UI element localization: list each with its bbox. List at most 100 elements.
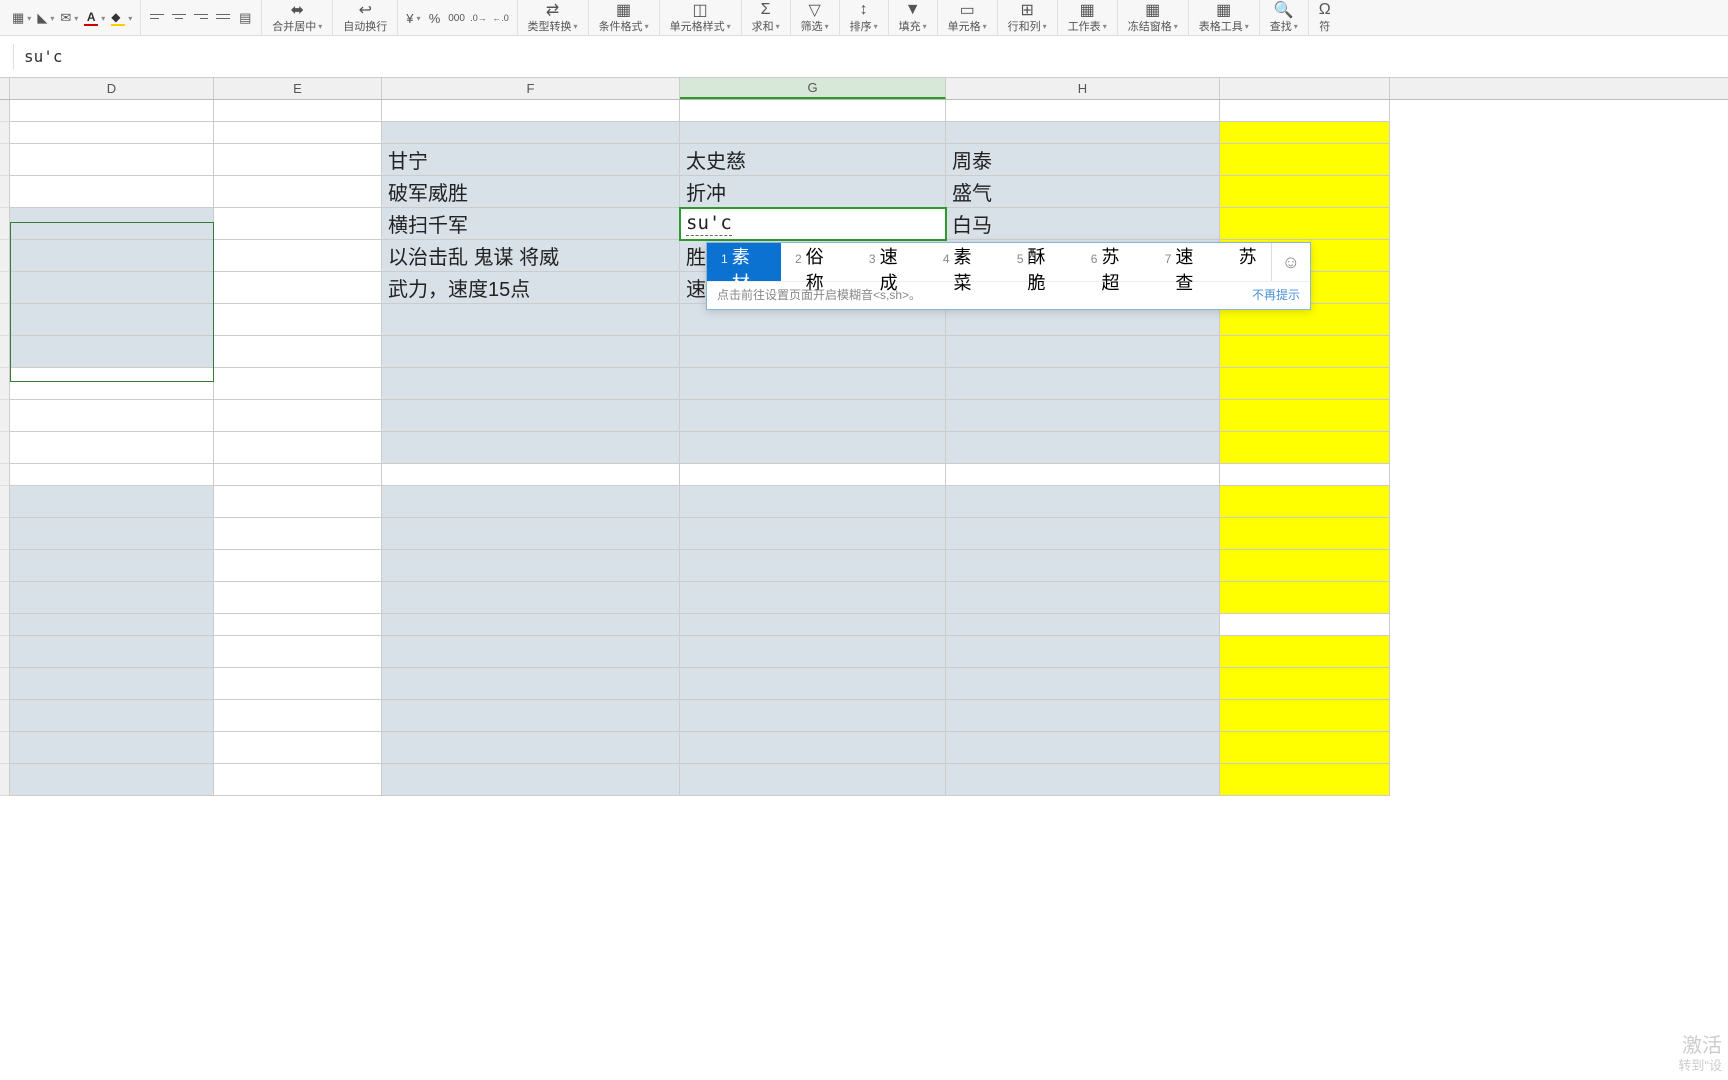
cell[interactable] (680, 614, 946, 636)
cell[interactable] (214, 636, 382, 668)
cell[interactable] (680, 732, 946, 764)
cell[interactable] (10, 208, 214, 240)
filter-button[interactable]: ▽ 筛选▾ (791, 0, 840, 36)
align-left-icon[interactable] (149, 10, 165, 26)
cell[interactable] (214, 668, 382, 700)
cell[interactable] (382, 764, 680, 796)
cell[interactable] (382, 368, 680, 400)
col-header-d[interactable]: D (10, 78, 214, 99)
cell[interactable] (680, 582, 946, 614)
cell[interactable]: 折冲 (680, 176, 946, 208)
cell[interactable] (680, 486, 946, 518)
cell[interactable] (10, 304, 214, 336)
cell[interactable] (214, 582, 382, 614)
cell[interactable] (382, 100, 680, 122)
emoji-icon[interactable]: ☺ (1271, 243, 1310, 281)
cell[interactable] (382, 486, 680, 518)
cell[interactable] (10, 464, 214, 486)
cell[interactable] (214, 764, 382, 796)
cell[interactable] (214, 614, 382, 636)
cell[interactable] (1220, 432, 1390, 464)
ime-candidate-3[interactable]: 3速成 (855, 243, 929, 281)
indent-icon[interactable]: ▤ (237, 10, 253, 26)
cell[interactable] (1220, 208, 1390, 240)
fill-button[interactable]: ▼ 填充▾ (889, 0, 938, 36)
find-button[interactable]: 🔍 查找▾ (1260, 0, 1309, 36)
col-header-h[interactable]: H (946, 78, 1220, 99)
cell[interactable] (382, 668, 680, 700)
col-header-g[interactable]: G (680, 78, 946, 99)
cell[interactable] (680, 100, 946, 122)
cell[interactable] (382, 700, 680, 732)
cell[interactable] (214, 208, 382, 240)
cell[interactable] (1220, 400, 1390, 432)
cell[interactable] (680, 336, 946, 368)
cell[interactable] (946, 336, 1220, 368)
cell[interactable] (10, 582, 214, 614)
cell[interactable] (214, 144, 382, 176)
cell[interactable] (10, 432, 214, 464)
cell[interactable] (680, 122, 946, 144)
col-header-f[interactable]: F (382, 78, 680, 99)
currency-icon[interactable]: ¥▾ (406, 10, 420, 26)
align-right-icon[interactable] (193, 10, 209, 26)
cell[interactable] (10, 518, 214, 550)
diagonal-icon[interactable]: ◣▾ (37, 10, 54, 26)
cell-format-button[interactable]: ▭ 单元格▾ (938, 0, 998, 36)
cell[interactable] (382, 432, 680, 464)
ime-candidate-7[interactable]: 7速查 (1151, 243, 1225, 281)
increase-decimal-icon[interactable]: .0→ (471, 10, 487, 26)
rowcol-button[interactable]: ⊞ 行和列▾ (998, 0, 1058, 36)
cell[interactable] (1220, 668, 1390, 700)
cell[interactable] (1220, 144, 1390, 176)
conditional-format-button[interactable]: ▦ 条件格式▾ (589, 0, 660, 36)
cell[interactable] (946, 122, 1220, 144)
cell[interactable] (946, 732, 1220, 764)
cell[interactable] (10, 144, 214, 176)
cell[interactable] (382, 122, 680, 144)
cell[interactable] (10, 176, 214, 208)
cell[interactable] (946, 100, 1220, 122)
decrease-decimal-icon[interactable]: ←.0 (493, 10, 509, 26)
cell[interactable] (382, 582, 680, 614)
cell[interactable] (946, 400, 1220, 432)
envelope-icon[interactable]: ✉▾ (60, 10, 78, 26)
cell[interactable] (214, 122, 382, 144)
cell[interactable]: 周泰 (946, 144, 1220, 176)
cell[interactable] (680, 400, 946, 432)
ime-candidate-8[interactable]: 苏 (1225, 243, 1271, 281)
active-cell[interactable]: su'c (680, 208, 946, 240)
cell[interactable] (1220, 764, 1390, 796)
cell[interactable] (214, 700, 382, 732)
cell[interactable] (10, 486, 214, 518)
cell[interactable] (10, 700, 214, 732)
cell[interactable]: 盛气 (946, 176, 1220, 208)
cell[interactable] (10, 732, 214, 764)
cell[interactable] (214, 272, 382, 304)
cell[interactable] (1220, 614, 1390, 636)
cell[interactable] (1220, 636, 1390, 668)
cell[interactable] (1220, 518, 1390, 550)
cell[interactable] (214, 368, 382, 400)
thousands-icon[interactable]: 000 (449, 10, 465, 26)
cell[interactable] (1220, 122, 1390, 144)
cell[interactable] (680, 368, 946, 400)
cell-style-button[interactable]: ◫ 单元格样式▾ (660, 0, 742, 36)
ime-candidate-6[interactable]: 6苏超 (1077, 243, 1151, 281)
cell[interactable] (680, 464, 946, 486)
cell[interactable] (10, 368, 214, 400)
cell[interactable] (382, 518, 680, 550)
cell[interactable] (10, 400, 214, 432)
cell[interactable] (946, 368, 1220, 400)
cell[interactable] (10, 100, 214, 122)
cell[interactable] (946, 432, 1220, 464)
wrap-text-button[interactable]: ↩ 自动换行 (333, 0, 398, 36)
sort-button[interactable]: ↕ 排序▾ (840, 0, 889, 36)
cell[interactable] (214, 432, 382, 464)
cell[interactable] (214, 100, 382, 122)
cell[interactable] (680, 700, 946, 732)
cell[interactable] (214, 176, 382, 208)
cell[interactable] (10, 336, 214, 368)
ime-hint-text[interactable]: 点击前往设置页面开启模糊音<s,sh>。 (717, 286, 921, 303)
cell[interactable] (214, 518, 382, 550)
